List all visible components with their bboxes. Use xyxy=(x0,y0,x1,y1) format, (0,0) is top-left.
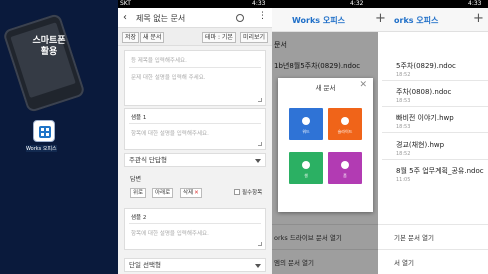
list-item[interactable]: 빠비전 이야기.hwp xyxy=(396,113,454,123)
move-down-chip[interactable]: 아래로 xyxy=(152,188,174,198)
status-bar: SKT 4:33 xyxy=(118,0,272,8)
tile-label: 셀 xyxy=(304,173,308,178)
cell-tile[interactable]: 셀 xyxy=(289,152,323,184)
tile-label: 슬라이드 xyxy=(337,129,353,134)
resize-handle[interactable] xyxy=(258,242,262,246)
progress-circle-icon[interactable] xyxy=(236,14,244,22)
works-office-app-icon[interactable] xyxy=(33,120,55,142)
delete-chip[interactable]: 삭제✕ xyxy=(180,188,202,198)
save-button[interactable]: 저장 xyxy=(122,32,140,43)
open-doc-link[interactable]: 서 열기 xyxy=(394,257,414,267)
app-title: Works 오피스 xyxy=(292,16,345,25)
question-card-2: 샘플 2 항목에 대한 설명을 입력해주세요. xyxy=(124,208,266,250)
screenshot-root: 스마트폰 활용 Works 오피스 SKT 4:33 ‹ 제목 없는 문서 ⋮ … xyxy=(0,0,488,274)
question-description-input[interactable]: 항목에 대한 설명을 입력해주세요. xyxy=(131,229,209,237)
status-time: 4:33 xyxy=(252,0,266,7)
editor-toolbar: 저장 새 문서 테마 : 기본 미리보기 xyxy=(118,28,272,46)
back-arrow-icon[interactable]: ‹ xyxy=(123,12,127,23)
document-title: 제목 없는 문서 xyxy=(136,14,186,23)
app-label: Works 오피스 xyxy=(26,145,57,152)
close-icon: ✕ xyxy=(194,190,199,196)
form-icon xyxy=(341,161,349,169)
file-time: 18:52 xyxy=(396,151,411,157)
app-header: Works 오피스 + orks 오피스 + xyxy=(272,8,488,32)
question-title[interactable]: 샘플 2 xyxy=(131,213,146,221)
file-time: 18:53 xyxy=(396,124,411,130)
preview-button[interactable]: 미리보기 xyxy=(240,32,269,43)
more-menu-icon[interactable]: ⋮ xyxy=(258,11,267,21)
chevron-down-icon xyxy=(255,159,261,163)
tile-label: 폼 xyxy=(343,173,347,178)
open-default-doc-link[interactable]: 기본 문서 열기 xyxy=(394,232,434,242)
theme-select[interactable]: 테마 : 기본 xyxy=(202,32,236,43)
add-icon[interactable]: + xyxy=(375,11,386,26)
close-icon[interactable]: ✕ xyxy=(359,80,367,90)
question-card-1: 샘플 1 항목에 대한 설명을 입력해주세요. xyxy=(124,108,266,150)
required-checkbox[interactable] xyxy=(234,189,240,195)
status-bar: 4:32 4:33 xyxy=(272,0,488,8)
question-type-value: 주관식 단답형 xyxy=(129,156,167,164)
list-item[interactable]: 주차(0808).ndoc xyxy=(396,87,451,97)
widget-title: 스마트폰 활용 xyxy=(32,36,66,57)
question-type-value: 단일 선택형 xyxy=(129,261,161,269)
file-time: 18:52 xyxy=(396,72,411,78)
delete-label: 삭제 xyxy=(183,190,194,196)
home-screen: 스마트폰 활용 Works 오피스 xyxy=(0,0,118,274)
status-time-left: 4:32 xyxy=(350,0,364,7)
phone-widget-image xyxy=(2,12,86,114)
editor-header: ‹ 제목 없는 문서 ⋮ xyxy=(118,8,272,28)
carrier-label: SKT xyxy=(120,0,131,7)
tile-label: 워드 xyxy=(302,129,310,134)
chevron-down-icon xyxy=(255,264,261,268)
word-icon xyxy=(302,117,310,125)
new-doc-button[interactable]: 새 문서 xyxy=(140,32,165,43)
title-input[interactable]: 등 제목을 입력해주세요. xyxy=(131,56,187,64)
question-description-input[interactable]: 항목에 대한 설명을 입력해주세요. xyxy=(131,129,209,137)
form-tile[interactable]: 폼 xyxy=(328,152,362,184)
move-up-chip[interactable]: 위로 xyxy=(130,188,147,198)
list-item[interactable]: 8월 5주 업무계획_공유.ndoc xyxy=(396,166,484,176)
app-title: orks 오피스 xyxy=(394,16,439,25)
new-document-dialog: 새 문서 ✕ 워드 슬라이드 셀 폼 xyxy=(278,78,373,212)
question-type-select[interactable]: 주관식 단답형 xyxy=(124,153,266,167)
file-list-screen: 4:32 4:33 Works 오피스 + orks 오피스 + 문서 1b년8… xyxy=(272,0,488,274)
title-card: 등 제목을 입력해주세요. 문제 대한 설명을 입력해 주세요. xyxy=(124,50,266,106)
file-time: 11:05 xyxy=(396,177,411,183)
resize-handle[interactable] xyxy=(258,142,262,146)
description-input[interactable]: 문제 대한 설명을 입력해 주세요. xyxy=(131,73,206,81)
word-tile[interactable]: 워드 xyxy=(289,108,323,140)
answer-label: 답변 xyxy=(130,176,142,183)
required-label: 필수항목 xyxy=(242,190,263,196)
slide-icon xyxy=(341,117,349,125)
add-icon[interactable]: + xyxy=(473,11,484,26)
list-item[interactable]: 경교(채현).hwp xyxy=(396,140,444,150)
question-type-select[interactable]: 단일 선택형 xyxy=(124,258,266,272)
list-item[interactable]: 5주차(0829).ndoc xyxy=(396,61,456,71)
status-time-right: 4:33 xyxy=(468,0,482,7)
cell-icon xyxy=(302,161,310,169)
resize-handle[interactable] xyxy=(258,98,262,102)
slide-tile[interactable]: 슬라이드 xyxy=(328,108,362,140)
question-title[interactable]: 샘플 1 xyxy=(131,113,146,121)
form-editor-screen: SKT 4:33 ‹ 제목 없는 문서 ⋮ 저장 새 문서 테마 : 기본 미리… xyxy=(118,0,272,274)
file-time: 18:53 xyxy=(396,98,411,104)
